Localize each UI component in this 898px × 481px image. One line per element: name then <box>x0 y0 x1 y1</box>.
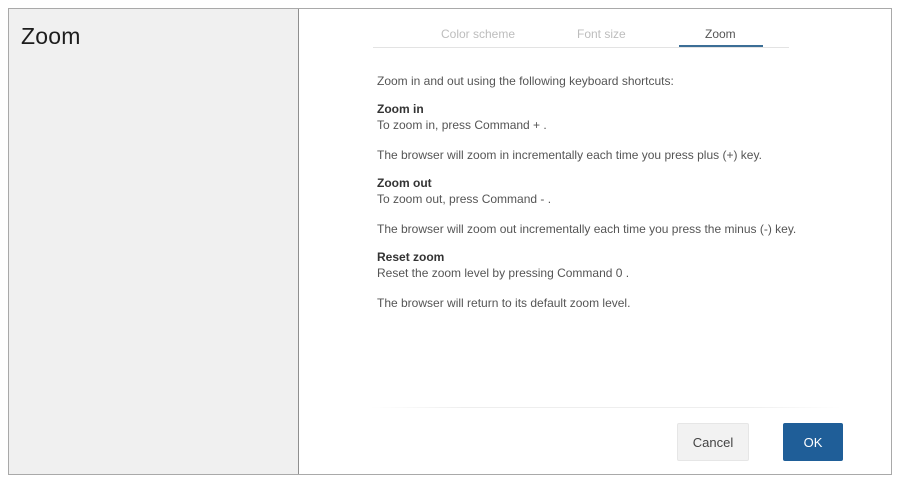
tab-zoom[interactable]: Zoom <box>705 27 736 41</box>
active-tab-indicator <box>679 45 763 47</box>
zoom-out-heading: Zoom out <box>377 176 432 190</box>
zoom-help-content: Zoom in and out using the following keyb… <box>377 73 847 311</box>
reset-zoom-heading: Reset zoom <box>377 250 445 264</box>
sidebar: Zoom <box>9 9 299 474</box>
reset-zoom-description: The browser will return to its default z… <box>377 296 631 310</box>
settings-tabs: Color scheme Font size Zoom <box>373 9 789 48</box>
zoom-in-heading: Zoom in <box>377 102 424 116</box>
intro-text: Zoom in and out using the following keyb… <box>377 74 674 88</box>
ok-button[interactable]: OK <box>783 423 843 461</box>
sidebar-title: Zoom <box>21 23 81 49</box>
tab-font-size[interactable]: Font size <box>577 27 626 41</box>
cancel-button[interactable]: Cancel <box>677 423 749 461</box>
zoom-in-description: The browser will zoom in incrementally e… <box>377 148 762 162</box>
zoom-settings-dialog: Zoom Color scheme Font size Zoom Zoom in… <box>8 8 892 475</box>
zoom-in-shortcut: To zoom in, press Command + . <box>377 118 547 132</box>
zoom-out-description: The browser will zoom out incrementally … <box>377 222 797 236</box>
zoom-out-shortcut: To zoom out, press Command - . <box>377 192 552 206</box>
reset-zoom-shortcut: Reset the zoom level by pressing Command… <box>377 266 630 280</box>
footer-divider <box>371 407 841 408</box>
main-panel: Color scheme Font size Zoom Zoom in and … <box>299 9 891 474</box>
tab-color-scheme[interactable]: Color scheme <box>441 27 515 41</box>
